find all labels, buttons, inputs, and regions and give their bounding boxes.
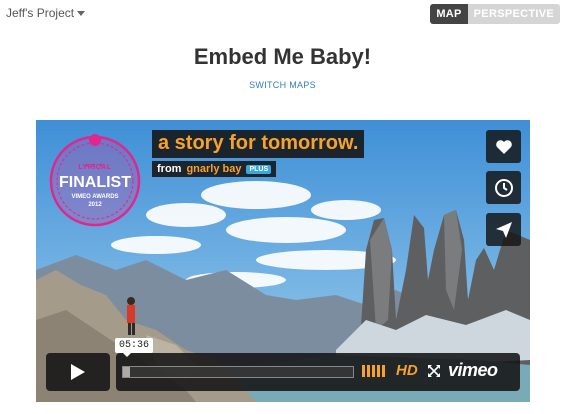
project-dropdown[interactable]: Jeff's Project xyxy=(6,6,86,20)
badge-year: 2012 xyxy=(88,202,102,208)
clock-icon xyxy=(494,178,513,197)
like-button[interactable] xyxy=(486,130,521,163)
toggle-map[interactable]: MAP xyxy=(430,4,468,24)
video-title-text: a story for tomorrow. xyxy=(158,132,359,154)
video-title[interactable]: a story for tomorrow. xyxy=(152,130,365,158)
view-toggle: MAP PERSPECTIVE xyxy=(430,4,560,24)
volume-bar xyxy=(372,365,375,377)
volume-bar xyxy=(382,365,385,377)
volume-control[interactable] xyxy=(362,365,385,377)
project-label: Jeff's Project xyxy=(6,6,75,20)
fullscreen-icon[interactable] xyxy=(427,364,441,378)
watch-later-button[interactable] xyxy=(486,171,521,204)
award-badge: ★ ★ ★ LYRICAL FINALIST VIMEO AWARDS 2012 xyxy=(46,132,144,230)
byline-prefix: from xyxy=(157,163,182,175)
badge-category: LYRICAL xyxy=(78,164,112,171)
byline-user-link[interactable]: gnarly bay xyxy=(186,163,241,175)
hd-toggle[interactable]: HD xyxy=(396,362,418,379)
vimeo-logo[interactable]: vimeo xyxy=(448,360,498,381)
video-byline: from gnarly bay PLUS xyxy=(152,161,277,177)
player-controls: 05:36 HD vimeo xyxy=(36,338,530,394)
progress-track[interactable] xyxy=(122,366,354,378)
time-display: 05:36 xyxy=(115,338,154,357)
volume-bar xyxy=(362,365,365,377)
chevron-down-icon xyxy=(77,11,86,16)
play-icon xyxy=(71,364,85,380)
volume-bar xyxy=(367,365,370,377)
heart-icon xyxy=(495,139,512,154)
top-bar: Jeff's Project MAP PERSPECTIVE xyxy=(0,0,565,28)
send-icon xyxy=(495,221,512,238)
progress-fill xyxy=(123,367,130,377)
plus-badge: PLUS xyxy=(246,164,272,174)
badge-status: FINALIST xyxy=(59,174,131,191)
volume-bar xyxy=(377,365,380,377)
switch-maps-link[interactable]: SWITCH MAPS xyxy=(0,80,565,90)
badge-event: VIMEO AWARDS xyxy=(71,194,119,200)
toggle-perspective[interactable]: PERSPECTIVE xyxy=(467,4,560,24)
share-button[interactable] xyxy=(486,213,521,246)
play-button[interactable] xyxy=(46,353,110,391)
page-title: Embed Me Baby! xyxy=(193,44,372,69)
video-player[interactable]: ★ ★ ★ LYRICAL FINALIST VIMEO AWARDS 2012… xyxy=(36,120,530,402)
